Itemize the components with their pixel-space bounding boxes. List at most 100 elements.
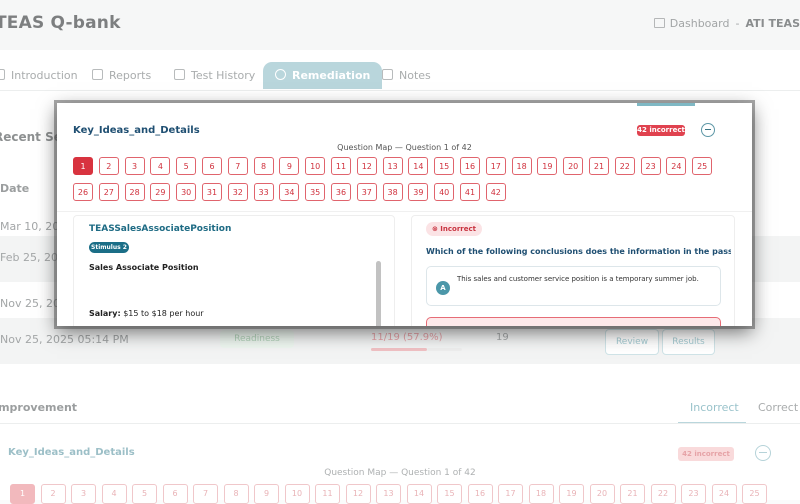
- question-number-button[interactable]: 16: [460, 157, 480, 175]
- question-number-button[interactable]: 11: [315, 484, 340, 504]
- question-number-button[interactable]: 33: [253, 183, 274, 201]
- session-date: Feb 25, 202: [0, 251, 65, 264]
- question-number-button[interactable]: 41: [460, 183, 480, 201]
- question-number-button[interactable]: 5: [132, 484, 157, 504]
- tab-bar: Introduction Reports Test History Remedi…: [0, 62, 800, 90]
- question-number-button[interactable]: 42: [485, 183, 506, 201]
- question-number-button[interactable]: 1: [73, 157, 93, 175]
- question-number-button[interactable]: 8: [253, 157, 274, 175]
- tab-divider: [0, 90, 800, 91]
- answer-option-a[interactable]: A This sales and customer service positi…: [426, 266, 721, 306]
- tab-notes[interactable]: Notes: [382, 62, 431, 89]
- answer-option-b[interactable]: [426, 317, 721, 326]
- score-progress-fill: [371, 348, 427, 351]
- question-number-button[interactable]: 4: [101, 484, 127, 504]
- user-icon: [174, 69, 185, 80]
- folder-icon: [92, 69, 103, 80]
- question-number-button[interactable]: 40: [434, 183, 455, 201]
- session-date: Nov 25, 2025 05:14 PM: [0, 333, 129, 346]
- question-number-button[interactable]: 24: [711, 484, 737, 504]
- question-number-button[interactable]: 25: [742, 484, 767, 504]
- tab-reports[interactable]: Reports: [92, 62, 151, 89]
- collapse-icon[interactable]: [755, 445, 771, 461]
- question-number-button[interactable]: 13: [382, 157, 403, 175]
- breadcrumb-separator: -: [735, 17, 740, 30]
- question-number-button[interactable]: 14: [408, 157, 429, 175]
- question-number-button[interactable]: 17: [498, 484, 523, 504]
- question-number-button[interactable]: 9: [254, 484, 279, 504]
- question-number-button[interactable]: 16: [467, 484, 493, 504]
- question-number-button[interactable]: 1: [10, 484, 35, 504]
- question-number-button[interactable]: 8: [223, 484, 249, 504]
- question-number-button[interactable]: 9: [279, 157, 300, 175]
- question-number-button[interactable]: 6: [202, 157, 222, 175]
- results-button[interactable]: Results: [662, 329, 715, 355]
- question-number-button[interactable]: 30: [176, 183, 197, 201]
- question-map-grid: 1 2 3 4 5 6 7 8 9 10 11 12 13 14 15 16 17 18 19 20 21 22 23 24 2…: [73, 157, 723, 207]
- question-number-button[interactable]: 14: [406, 484, 432, 504]
- review-button[interactable]: Review: [605, 329, 659, 355]
- question-map-label: Question Map — Question 1 of 42: [324, 468, 476, 478]
- question-number-button[interactable]: 25: [692, 157, 713, 175]
- question-number-button[interactable]: 10: [284, 484, 310, 504]
- passage-scrollbar[interactable]: [376, 261, 381, 326]
- tab-correct[interactable]: Correct: [758, 401, 798, 414]
- question-number-button[interactable]: 20: [589, 484, 615, 504]
- question-number-button[interactable]: 38: [382, 183, 403, 201]
- passage-panel: TEASSalesAssociatePosition Stimulus 2 Sa…: [73, 215, 395, 326]
- question-number-button[interactable]: 23: [681, 484, 706, 504]
- question-number-button[interactable]: 12: [345, 484, 371, 504]
- question-number-button[interactable]: 3: [71, 484, 96, 504]
- score-progress-track: [427, 348, 462, 351]
- question-number-button[interactable]: 18: [511, 157, 532, 175]
- question-number-button[interactable]: 13: [376, 484, 401, 504]
- question-number-button[interactable]: 35: [305, 183, 326, 201]
- breadcrumb: Dashboard - ATI TEAS: [653, 17, 800, 30]
- question-number-button[interactable]: 22: [614, 157, 635, 175]
- question-number-button[interactable]: 5: [176, 157, 197, 175]
- question-number-button[interactable]: 17: [485, 157, 506, 175]
- question-number-button[interactable]: 11: [331, 157, 351, 175]
- question-number-button[interactable]: 7: [227, 157, 248, 175]
- question-number-button[interactable]: 31: [202, 183, 222, 201]
- question-number-button[interactable]: 10: [305, 157, 326, 175]
- question-number-button[interactable]: 39: [408, 183, 429, 201]
- status-badge: ⊗ Incorrect: [426, 222, 482, 236]
- gear-icon: [382, 69, 393, 80]
- question-number-button[interactable]: 20: [563, 157, 584, 175]
- question-number-button[interactable]: 2: [40, 484, 66, 504]
- top-bar: TEAS Q-bank Dashboard - ATI TEAS: [0, 0, 800, 50]
- question-number-button[interactable]: 18: [528, 484, 554, 504]
- tab-remediation[interactable]: Remediation: [263, 62, 383, 89]
- question-number-button[interactable]: 21: [589, 157, 609, 175]
- question-number-button[interactable]: 4: [150, 157, 171, 175]
- tab-introduction[interactable]: Introduction: [0, 62, 78, 89]
- question-number-button[interactable]: 15: [437, 484, 462, 504]
- question-number-button[interactable]: 2: [98, 157, 119, 175]
- question-number-button[interactable]: 7: [193, 484, 218, 504]
- tab-incorrect[interactable]: Incorrect: [690, 401, 739, 414]
- question-number-button[interactable]: 19: [559, 484, 584, 504]
- collapse-icon[interactable]: [701, 123, 715, 137]
- improvement-heading: Improvement: [0, 401, 78, 414]
- question-number-button[interactable]: 27: [98, 183, 119, 201]
- question-number-button[interactable]: 23: [640, 157, 661, 175]
- question-number-button[interactable]: 12: [356, 157, 377, 175]
- breadcrumb-dashboard[interactable]: Dashboard: [670, 17, 730, 30]
- question-number-button[interactable]: 21: [620, 484, 645, 504]
- question-number-button[interactable]: 26: [73, 183, 93, 201]
- question-number-button[interactable]: 29: [150, 183, 171, 201]
- question-number-button[interactable]: 19: [537, 157, 558, 175]
- question-number-button[interactable]: 36: [331, 183, 351, 201]
- tab-test-history[interactable]: Test History: [174, 62, 255, 89]
- question-number-button[interactable]: 3: [124, 157, 145, 175]
- question-number-button[interactable]: 28: [124, 183, 145, 201]
- question-number-button[interactable]: 24: [666, 157, 687, 175]
- question-number-button[interactable]: 22: [650, 484, 676, 504]
- question-number-button[interactable]: 37: [356, 183, 377, 201]
- salary-label: Salary:: [89, 309, 121, 318]
- question-number-button[interactable]: 6: [162, 484, 188, 504]
- question-number-button[interactable]: 34: [279, 183, 300, 201]
- question-number-button[interactable]: 15: [434, 157, 455, 175]
- question-number-button[interactable]: 32: [227, 183, 248, 201]
